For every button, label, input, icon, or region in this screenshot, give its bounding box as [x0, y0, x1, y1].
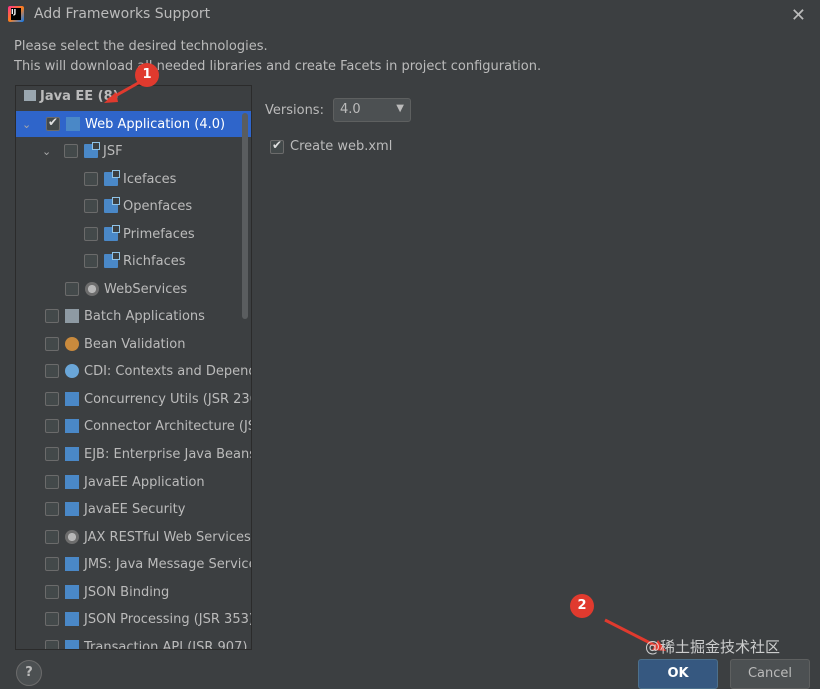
annotation-marker-2: 2: [570, 594, 594, 618]
watermark: @稀土掘金技术社区: [645, 638, 781, 656]
annotation-marker-1: 1: [135, 63, 159, 87]
annotation-arrowhead-1: [104, 92, 118, 103]
annotation-overlay: [104, 80, 666, 651]
